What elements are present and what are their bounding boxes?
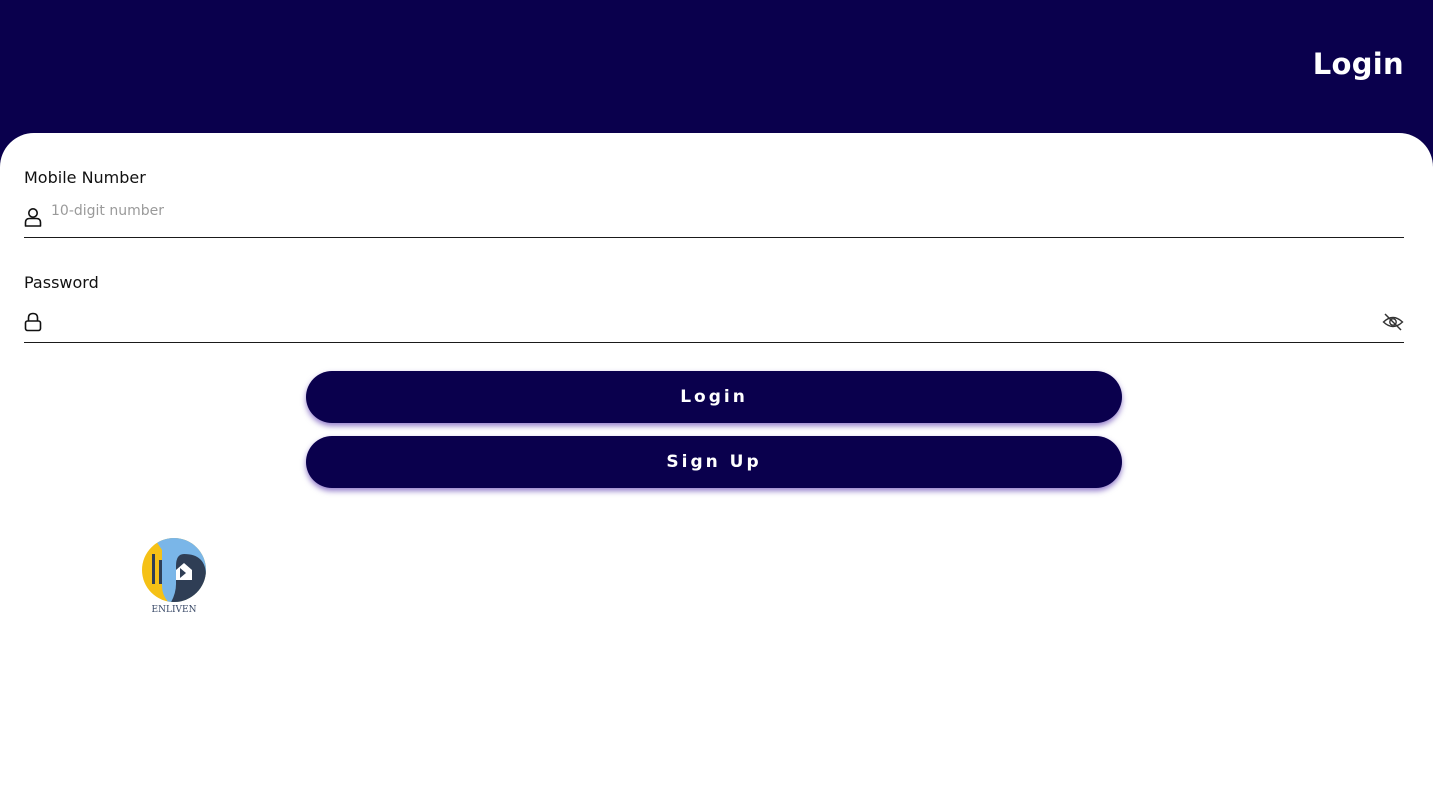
logo-text: ENLIVEN xyxy=(151,605,197,615)
mobile-number-underline xyxy=(24,237,1404,238)
sign-up-button[interactable]: Sign Up xyxy=(306,436,1122,488)
user-icon xyxy=(24,208,42,227)
app-header: Login xyxy=(0,0,1433,150)
lock-icon xyxy=(24,312,42,332)
page-title: Login xyxy=(1312,47,1404,81)
password-underline xyxy=(24,342,1404,343)
password-input[interactable] xyxy=(51,310,1371,334)
mobile-number-label: Mobile Number xyxy=(24,168,146,187)
password-label: Password xyxy=(24,273,99,292)
logo-emblem-icon xyxy=(142,538,206,602)
enliven-logo: ENLIVEN xyxy=(140,536,208,618)
login-button[interactable]: Login xyxy=(306,371,1122,423)
eye-off-icon[interactable] xyxy=(1382,312,1404,332)
login-card: Mobile Number Password Login Sign Up xyxy=(0,133,1433,794)
mobile-number-input[interactable] xyxy=(51,199,1371,223)
